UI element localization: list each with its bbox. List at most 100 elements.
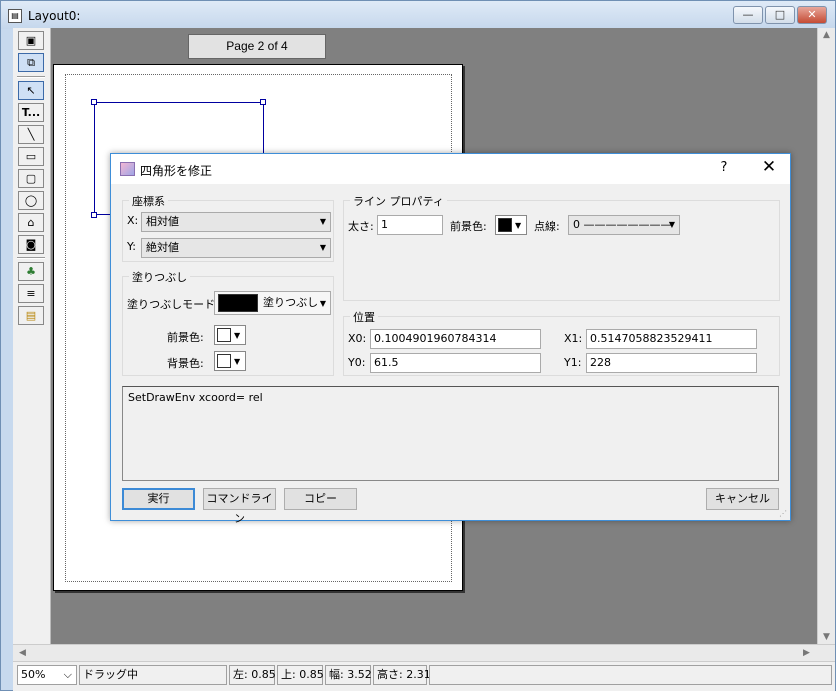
zoom-value: 50% <box>21 668 46 681</box>
dash-label: 点線: <box>534 220 560 233</box>
draw-mode-button[interactable]: ⧉ <box>18 53 44 72</box>
line-properties-label: ライン プロパティ <box>350 193 447 209</box>
line-fg-swatch <box>498 218 512 232</box>
command-line-button[interactable]: コマンドライン <box>203 488 276 525</box>
window-titlebar[interactable]: ▤ Layout0: — □ ✕ <box>1 1 835 29</box>
zoom-select[interactable]: 50% ⌵ <box>17 665 77 685</box>
status-top: 上: 0.85 <box>277 665 324 685</box>
line-properties-group: ライン プロパティ 太さ: 1 前景色: ▼ 点線: 0 ———————— ▼ <box>343 193 780 301</box>
dialog-titlebar[interactable]: 四角形を修正 ? ✕ <box>111 154 790 184</box>
y-coord-select[interactable]: 絶対値 ▼ <box>141 238 331 258</box>
chevron-down-icon: ▼ <box>319 217 326 226</box>
fill-bg-color-picker[interactable]: ▼ <box>214 351 246 371</box>
help-icon[interactable]: ? <box>717 160 731 175</box>
close-icon: ✕ <box>807 8 817 21</box>
image-icon: ◙ <box>25 238 37 251</box>
text-tool[interactable]: T... <box>18 103 44 122</box>
y1-input[interactable]: 228 <box>586 353 757 373</box>
status-height: 高さ: 2.31 <box>373 665 431 685</box>
coord-system-group: 座標系 X: 相対値 ▼ Y: 絶対値 ▼ <box>122 193 334 262</box>
rectangle-tool[interactable]: ▭ <box>18 147 44 166</box>
ellipse-tool[interactable]: ◯ <box>18 191 44 210</box>
chevron-down-icon: ▼ <box>668 220 675 229</box>
x-coord-select[interactable]: 相対値 ▼ <box>141 212 331 232</box>
scroll-up-icon[interactable]: ▲ <box>823 30 830 40</box>
layer-tool[interactable]: ≡ <box>18 284 44 303</box>
y0-label: Y0: <box>348 356 366 369</box>
pointer-icon: ↖ <box>26 84 36 97</box>
resize-handle[interactable] <box>91 212 97 218</box>
y0-input[interactable]: 61.5 <box>370 353 541 373</box>
pointer-tool[interactable]: ↖ <box>18 81 44 100</box>
page-mode-icon: ▣ <box>25 34 37 47</box>
export-icon: ▤ <box>25 309 37 322</box>
chevron-down-icon: ▼ <box>234 331 241 340</box>
vertical-scrollbar[interactable]: ▲ ▼ <box>817 28 835 644</box>
dash-select[interactable]: 0 ———————— ▼ <box>568 215 680 235</box>
fill-label: 塗りつぶし <box>129 269 191 285</box>
status-mode: ドラッグ中 <box>79 665 227 685</box>
resize-handle[interactable] <box>91 99 97 105</box>
thickness-input[interactable]: 1 <box>377 215 443 235</box>
layout-mode-button[interactable]: ▣ <box>18 31 44 50</box>
polygon-tool[interactable]: ⌂ <box>18 213 44 232</box>
minimize-icon: — <box>742 8 754 21</box>
horizontal-scrollbar[interactable]: ◀ ▶ <box>13 644 835 661</box>
maximize-button[interactable]: □ <box>765 6 795 24</box>
drawing-toolbar: ▣ ⧉ ↖ T... ╲ ▭ ▢ ◯ ⌂ ◙ ♣ ≡ ▤ <box>13 28 51 644</box>
status-left: 左: 0.85 <box>229 665 276 685</box>
scroll-down-icon[interactable]: ▼ <box>823 632 830 642</box>
close-window-button[interactable]: ✕ <box>797 6 827 24</box>
fill-bg-swatch <box>217 354 231 368</box>
fill-mode-select[interactable]: 塗りつぶし ▼ <box>214 291 331 315</box>
ellipse-icon: ◯ <box>24 194 38 207</box>
position-group: 位置 X0: 0.1004901960784314 X1: 0.51470588… <box>343 309 780 376</box>
execute-button[interactable]: 実行 <box>122 488 195 510</box>
fill-fg-color-label: 前景色: <box>167 331 204 344</box>
scroll-right-icon[interactable]: ▶ <box>803 648 810 658</box>
fill-group: 塗りつぶし 塗りつぶしモード: 塗りつぶし ▼ 前景色: ▼ 背景色: ▼ <box>122 269 334 376</box>
y-coord-value: 絶対値 <box>146 241 179 254</box>
scroll-left-icon[interactable]: ◀ <box>19 648 26 658</box>
modify-rectangle-dialog: 四角形を修正 ? ✕ 座標系 X: 相対値 ▼ Y: 絶対値 ▼ ライン プロパ… <box>110 153 791 525</box>
thickness-label: 太さ: <box>348 220 374 233</box>
fill-mode-value: 塗りつぶし <box>263 296 319 309</box>
fill-fg-color-picker[interactable]: ▼ <box>214 325 246 345</box>
x1-input[interactable]: 0.5147058823529411 <box>586 329 757 349</box>
coord-system-label: 座標系 <box>129 193 168 209</box>
minimize-button[interactable]: — <box>733 6 763 24</box>
dash-value: 0 ———————— <box>573 218 672 231</box>
line-fg-color-picker[interactable]: ▼ <box>495 215 527 235</box>
line-tool[interactable]: ╲ <box>18 125 44 144</box>
command-text: SetDrawEnv xcoord= rel <box>128 391 263 404</box>
status-empty <box>429 665 832 685</box>
tree-tool[interactable]: ♣ <box>18 262 44 281</box>
export-tool[interactable]: ▤ <box>18 306 44 325</box>
x-coord-value: 相対値 <box>146 215 179 228</box>
shapes-icon: ⧉ <box>27 56 35 69</box>
chevron-down-icon: ▼ <box>319 243 326 252</box>
line-icon: ╲ <box>27 128 35 141</box>
fill-mode-label: 塗りつぶしモード: <box>127 298 219 311</box>
x0-input[interactable]: 0.1004901960784314 <box>370 329 541 349</box>
x1-label: X1: <box>564 332 583 345</box>
toolbar-divider <box>17 76 45 78</box>
chevron-down-icon: ▼ <box>234 357 241 366</box>
page-indicator: Page 2 of 4 <box>188 34 326 59</box>
fill-mode-swatch <box>218 294 258 312</box>
resize-handle[interactable] <box>260 99 266 105</box>
x0-label: X0: <box>348 332 367 345</box>
line-fg-color-label: 前景色: <box>450 220 487 233</box>
y1-label: Y1: <box>564 356 582 369</box>
chevron-down-icon: ⌵ <box>63 668 72 681</box>
layers-icon: ≡ <box>26 287 36 300</box>
image-tool[interactable]: ◙ <box>18 235 44 254</box>
cancel-button[interactable]: キャンセル <box>706 488 779 510</box>
close-icon[interactable]: ✕ <box>759 157 779 177</box>
resize-grip-icon[interactable]: ⋰ <box>779 509 788 518</box>
rounded-rectangle-tool[interactable]: ▢ <box>18 169 44 188</box>
copy-button[interactable]: コピー <box>284 488 357 510</box>
dialog-app-icon <box>120 162 135 176</box>
window-title: Layout0: <box>28 9 81 23</box>
command-output[interactable]: SetDrawEnv xcoord= rel <box>122 386 779 481</box>
